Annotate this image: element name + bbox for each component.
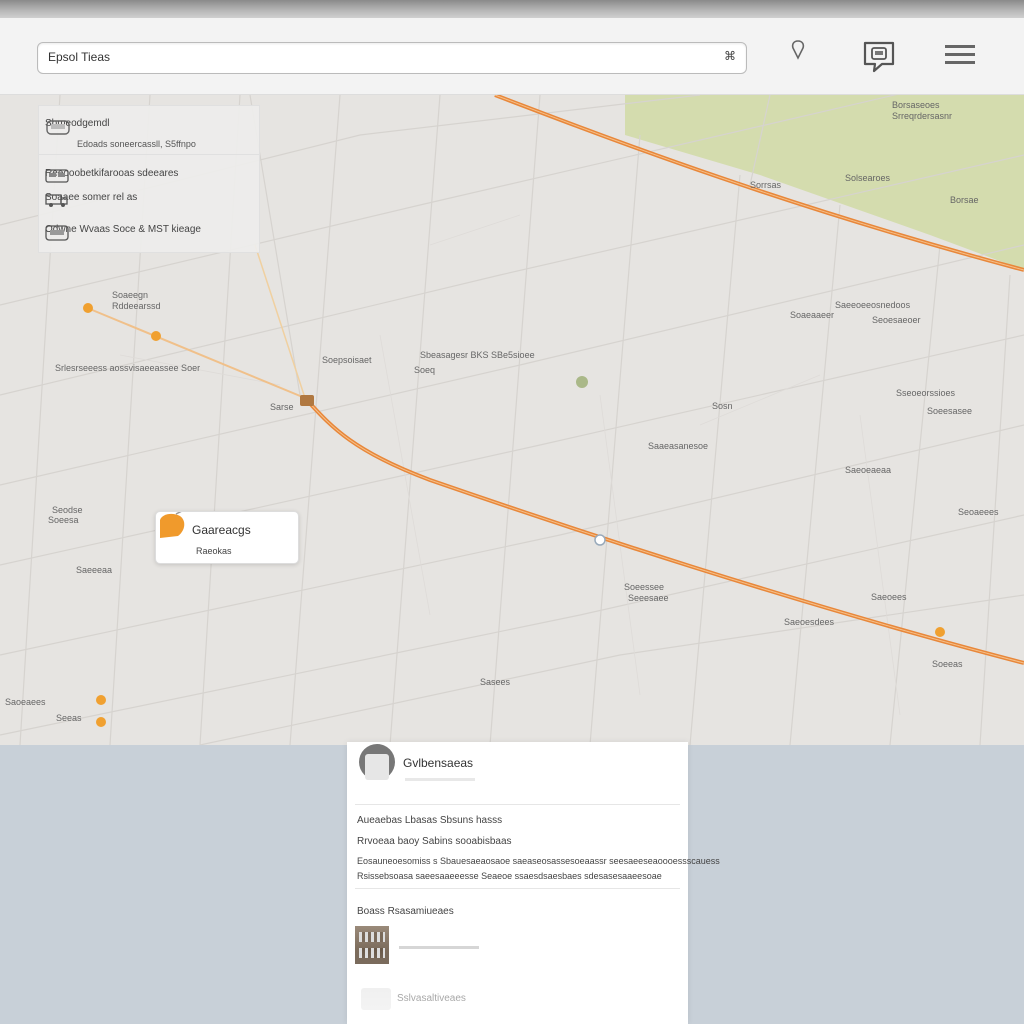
popup-title: Gaareacgs (192, 523, 251, 537)
legend-item[interactable]: Odwne Wvaas Soce & MST kieage (45, 224, 201, 241)
panel-fade (347, 950, 688, 1024)
map-label: Seeesaee (628, 593, 669, 603)
map-label: Sarse (270, 402, 294, 412)
location-popup[interactable]: Gaareacgs Raeokas (155, 511, 299, 564)
map-label: Soeq (414, 365, 436, 375)
window-top-band (0, 0, 1024, 18)
bottom-label: Sslvasaltiveaes (397, 993, 466, 1004)
legend-divider (39, 154, 259, 155)
toolbar: Epsol Tieas ⌘ (0, 18, 1024, 95)
place-info-line: Rrvoeaa baoy Sabins sooabisbaas (357, 836, 512, 847)
clear-search-icon[interactable]: ⌘ (724, 49, 736, 63)
panel-divider (355, 804, 680, 805)
bus-icon (46, 120, 70, 135)
map-label: Sasees (480, 677, 511, 687)
place-description-line: Eosauneoesomiss s Sbauesaeaosaoe saeaseo… (357, 856, 720, 866)
map-label: Soaeegn (112, 290, 149, 300)
route-marker[interactable] (96, 717, 106, 727)
more-icon (361, 988, 391, 1010)
map-sign-icon[interactable] (860, 38, 898, 74)
map-label: Sseoeorssioes (896, 388, 956, 398)
minor-streets (119, 214, 901, 716)
map-label: Rddeearssd (112, 301, 161, 311)
map-label: Borsaseoes (892, 100, 940, 110)
map-label: Saoeaees (5, 697, 46, 707)
map-label: Seodse (52, 505, 83, 515)
legend-panel: Sbmeodgemdl Edoads soneercassll, S5ffnpo… (38, 105, 260, 253)
menu-icon[interactable] (942, 38, 978, 72)
legend-item[interactable]: Soaaee somer rel as (45, 192, 137, 207)
main-road-south (303, 396, 1024, 665)
bus-icon (45, 169, 69, 183)
map-label: Saaeasanesoe (648, 441, 709, 451)
legend-header: Sbmeodgemdl (45, 118, 109, 135)
panel-divider (355, 888, 680, 889)
map-label: Soeesa (48, 515, 79, 525)
thumbnail-caption-placeholder (399, 946, 479, 949)
map-label: Soeesasee (927, 406, 973, 416)
map-label: Saeeeaa (76, 565, 113, 575)
map-label: Sosn (712, 401, 733, 411)
map-label: Saeoesdees (784, 617, 835, 627)
map-label: Sorrsas (750, 180, 782, 190)
legend-item[interactable]: Reeooobetkifarooas sdeeares (45, 168, 178, 183)
place-title: Gvlbensaeas (403, 756, 474, 770)
map-label: Soaeaaeer (790, 310, 835, 320)
map-pin-icon (160, 512, 185, 538)
map-label: Seoaeees (958, 507, 999, 517)
location-pin-icon[interactable] (789, 38, 807, 64)
popup-subtitle: Raeokas (196, 546, 232, 556)
bus-stop-marker[interactable] (300, 395, 314, 406)
route-marker[interactable] (83, 303, 93, 313)
map-label: Soepsoisaet (322, 355, 372, 365)
side-route (84, 306, 306, 399)
place-details-panel: Gvlbensaeas Aueaebas Lbasas Sbsuns hasss… (347, 742, 720, 1024)
legend-subtitle: Edoads soneercassll, S5ffnpo (77, 139, 196, 149)
map-label: Solsearoes (845, 173, 891, 183)
place-photo-thumbnail[interactable] (355, 926, 389, 964)
place-description-line: Rsissebsoasa saeesaaeeesse Seaeoe ssaesd… (357, 871, 662, 881)
map-label: Saeeoeeosnedoos (835, 300, 911, 310)
place-avatar-icon (359, 744, 395, 780)
place-subtitle-placeholder (405, 778, 475, 781)
map-label: Saeoeaeaa (845, 465, 892, 475)
park-area (625, 95, 1024, 270)
map-label: Saeoees (871, 592, 907, 602)
map-label: Seeas (56, 713, 82, 723)
route-marker[interactable] (151, 331, 161, 341)
map-label: Sbeasagesr BKS SBe5sioee (420, 350, 535, 360)
map-label: Srlesrseeess aossvisaeeassee Soer (55, 363, 201, 373)
route-marker[interactable] (935, 627, 945, 637)
car-icon (45, 225, 69, 241)
map-label: Soeessee (624, 582, 665, 592)
truck-icon (45, 194, 68, 207)
place-info-line: Aueaebas Lbasas Sbsuns hasss (357, 815, 503, 826)
search-value: Epsol Tieas (48, 50, 111, 64)
park-marker[interactable] (576, 376, 588, 388)
map-label: Soeeas (932, 659, 963, 669)
map-label: Borsae (950, 195, 979, 205)
map-label: Srreqrdersasnr (892, 111, 953, 121)
map-label: Seoesaeoer (872, 315, 921, 325)
map-view[interactable]: Soaeegn Rddeearssd Srlesrseeess aossvisa… (0, 95, 1024, 745)
section-heading: Boass Rsasamiueaes (357, 906, 454, 917)
search-input[interactable]: Epsol Tieas ⌘ (37, 42, 747, 74)
location-marker[interactable] (594, 534, 606, 546)
route-marker[interactable] (96, 695, 106, 705)
